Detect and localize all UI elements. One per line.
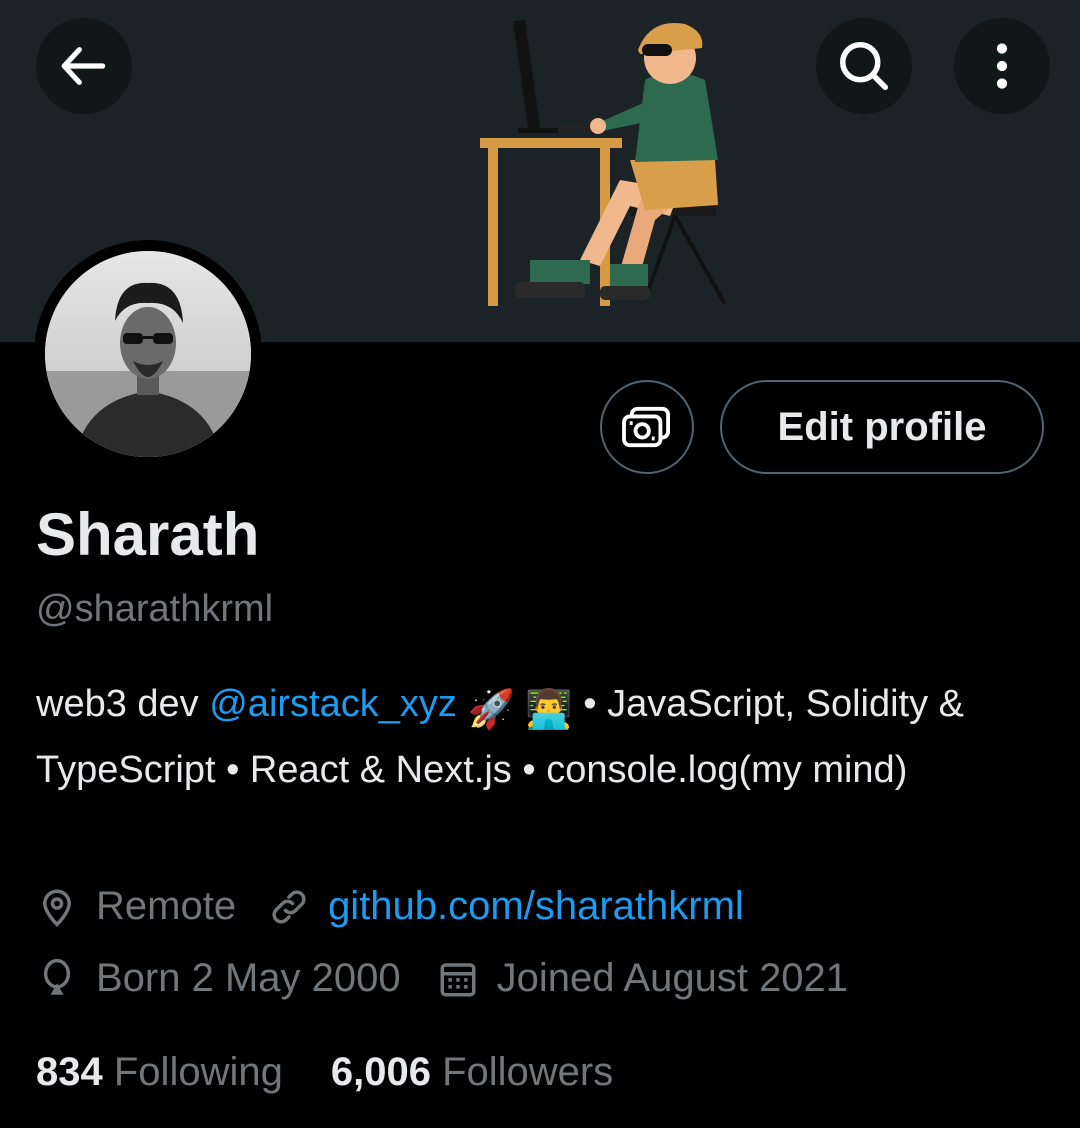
calendar-icon bbox=[440, 962, 476, 996]
followers-count: 6,006 bbox=[330, 1050, 431, 1094]
bio-text: web3 dev bbox=[36, 683, 210, 725]
arrow-left-icon bbox=[61, 47, 106, 85]
joined-text: Joined August 2021 bbox=[496, 956, 849, 1000]
following-label: Following bbox=[113, 1050, 283, 1094]
hexagon-image-icon bbox=[622, 406, 670, 448]
following-count: 834 bbox=[36, 1050, 103, 1094]
link-icon bbox=[272, 889, 306, 924]
followers-stat[interactable]: 6,006 Followers bbox=[331, 1050, 613, 1095]
birthday-text: Born 2 May 2000 bbox=[96, 956, 401, 1000]
profile-meta-row-2: Born 2 May 2000 Joined August 2021 bbox=[36, 956, 848, 1001]
followers-label: Followers bbox=[442, 1050, 614, 1094]
avatar-photo bbox=[45, 251, 251, 457]
search-icon bbox=[840, 42, 888, 90]
profile-meta-row-1: Remote github.com/sharathkrml bbox=[36, 884, 744, 929]
bio-mention-link[interactable]: @airstack_xyz bbox=[209, 683, 457, 725]
technologist-emoji: 👨‍💻 bbox=[525, 689, 573, 731]
location-pin-icon bbox=[42, 889, 72, 927]
bio: web3 dev @airstack_xyz 🚀 👨‍💻 • JavaScrip… bbox=[36, 674, 1046, 800]
location-text: Remote bbox=[96, 884, 237, 928]
balloon-icon bbox=[43, 958, 71, 995]
more-vertical-icon bbox=[996, 43, 1008, 89]
follow-stats: 834 Following 6,006 Followers bbox=[36, 1050, 661, 1095]
user-handle: @sharathkrml bbox=[36, 588, 274, 630]
avatar[interactable] bbox=[34, 240, 262, 468]
developer-illustration bbox=[480, 19, 727, 306]
nft-avatar-button[interactable] bbox=[600, 380, 694, 474]
more-options-button[interactable] bbox=[954, 18, 1050, 114]
rocket-emoji: 🚀 bbox=[467, 689, 515, 731]
edit-profile-button[interactable]: Edit profile bbox=[720, 380, 1044, 474]
back-button[interactable] bbox=[36, 18, 132, 114]
location-item: Remote bbox=[36, 884, 236, 929]
joined-item: Joined August 2021 bbox=[437, 956, 848, 1001]
website-item[interactable]: github.com/sharathkrml bbox=[268, 884, 744, 929]
website-link[interactable]: github.com/sharathkrml bbox=[328, 884, 744, 929]
display-name: Sharath bbox=[36, 501, 260, 568]
search-button[interactable] bbox=[816, 18, 912, 114]
following-stat[interactable]: 834 Following bbox=[36, 1050, 283, 1095]
birthday-item: Born 2 May 2000 bbox=[36, 956, 401, 1001]
